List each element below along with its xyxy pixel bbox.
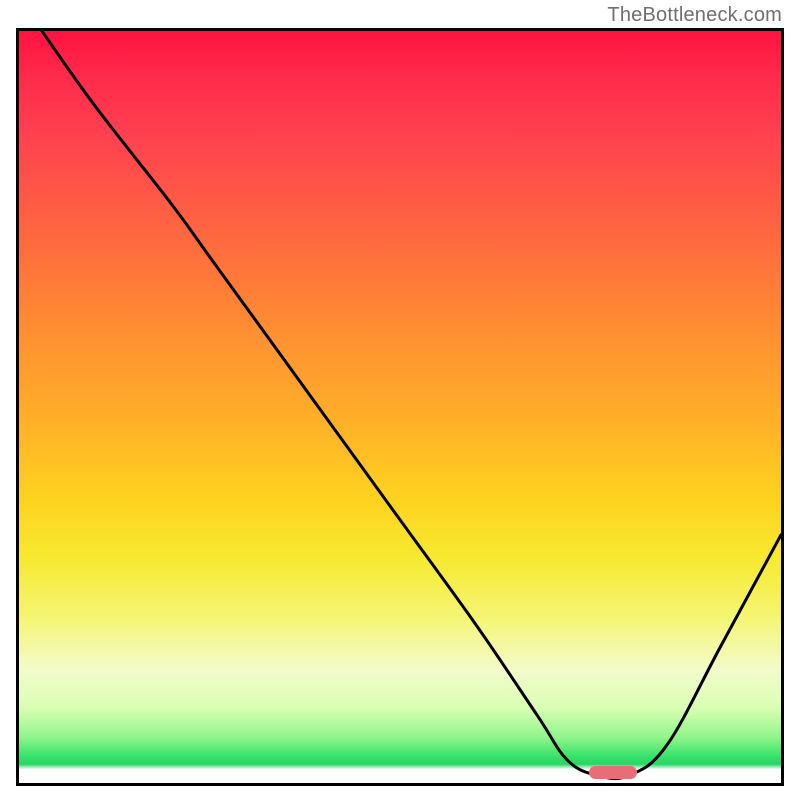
optimal-range-marker xyxy=(589,766,637,779)
bottleneck-curve xyxy=(42,31,781,779)
plot-area xyxy=(16,28,784,786)
curve-layer xyxy=(19,31,781,783)
watermark-text: TheBottleneck.com xyxy=(607,4,782,27)
figure-root: TheBottleneck.com xyxy=(0,0,800,800)
